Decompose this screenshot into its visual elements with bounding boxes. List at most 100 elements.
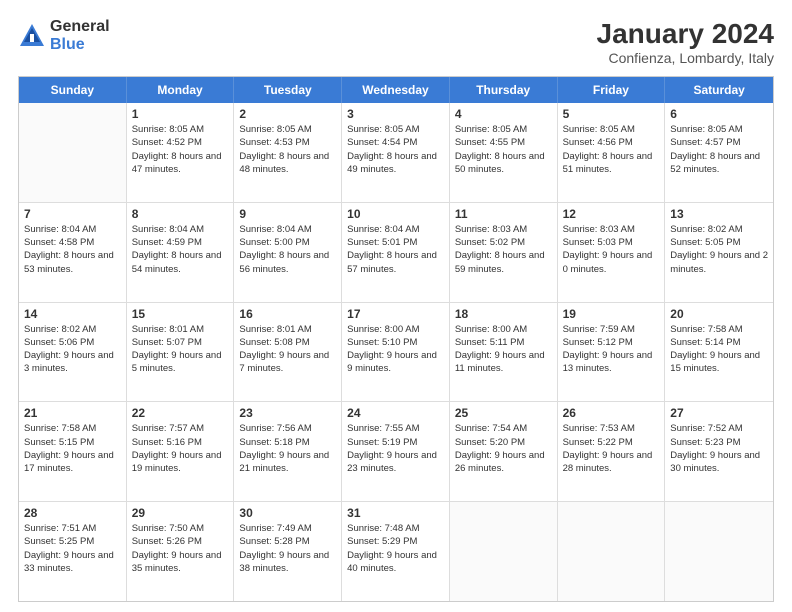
header: General Blue January 2024 Confienza, Lom… [18,18,774,66]
day-detail: Sunrise: 7:51 AMSunset: 5:25 PMDaylight:… [24,522,121,575]
day-detail: Sunrise: 8:05 AMSunset: 4:52 PMDaylight:… [132,123,229,176]
calendar-day-cell: 24 Sunrise: 7:55 AMSunset: 5:19 PMDayligh… [342,402,450,501]
calendar-day-cell: 31Sunrise: 7:48 AMSunset: 5:29 PMDayligh… [342,502,450,601]
day-detail: Sunrise: 8:00 AMSunset: 5:11 PMDaylight:… [455,323,552,376]
day-number: 15 [132,307,229,321]
day-number: 13 [670,207,768,221]
calendar-day-cell: 29Sunrise: 7:50 AMSunset: 5:26 PMDayligh… [127,502,235,601]
day-number: 17 [347,307,444,321]
day-number: 8 [132,207,229,221]
day-detail: Sunrise: 7:57 AMSunset: 5:16 PMDaylight:… [132,422,229,475]
day-number: 4 [455,107,552,121]
day-detail: Sunrise: 8:01 AMSunset: 5:07 PMDaylight:… [132,323,229,376]
day-number: 2 [239,107,336,121]
calendar-day-cell: 15 Sunrise: 8:01 AMSunset: 5:07 PMDayligh… [127,303,235,402]
day-number: 19 [563,307,660,321]
calendar-week-row: 21 Sunrise: 7:58 AMSunset: 5:15 PMDayligh… [19,402,773,502]
calendar-day-cell: 18Sunrise: 8:00 AMSunset: 5:11 PMDayligh… [450,303,558,402]
day-detail: Sunrise: 8:04 AMSunset: 4:58 PMDaylight:… [24,223,121,276]
title-area: January 2024 Confienza, Lombardy, Italy [597,18,774,66]
calendar-empty-cell [665,502,773,601]
calendar-day-cell: 1 Sunrise: 8:05 AMSunset: 4:52 PMDaylight… [127,103,235,202]
calendar-day-cell: 3 Sunrise: 8:05 AMSunset: 4:54 PMDaylight… [342,103,450,202]
calendar-empty-cell [450,502,558,601]
calendar-day-cell: 30Sunrise: 7:49 AMSunset: 5:28 PMDayligh… [234,502,342,601]
calendar-empty-cell [558,502,666,601]
day-detail: Sunrise: 8:03 AMSunset: 5:03 PMDaylight:… [563,223,660,276]
day-number: 20 [670,307,768,321]
day-detail: Sunrise: 8:02 AMSunset: 5:05 PMDaylight:… [670,223,768,276]
day-detail: Sunrise: 8:05 AMSunset: 4:53 PMDaylight:… [239,123,336,176]
calendar-week-row: 1 Sunrise: 8:05 AMSunset: 4:52 PMDaylight… [19,103,773,203]
day-detail: Sunrise: 8:05 AMSunset: 4:55 PMDaylight:… [455,123,552,176]
day-detail: Sunrise: 7:54 AMSunset: 5:20 PMDaylight:… [455,422,552,475]
calendar-day-cell: 9 Sunrise: 8:04 AMSunset: 5:00 PMDaylight… [234,203,342,302]
day-number: 27 [670,406,768,420]
calendar-day-cell: 5 Sunrise: 8:05 AMSunset: 4:56 PMDaylight… [558,103,666,202]
calendar-day-cell: 11 Sunrise: 8:03 AMSunset: 5:02 PMDayligh… [450,203,558,302]
calendar-empty-cell [19,103,127,202]
page: General Blue January 2024 Confienza, Lom… [0,0,792,612]
day-number: 31 [347,506,444,520]
calendar-header-cell: Tuesday [234,77,342,103]
day-number: 5 [563,107,660,121]
calendar-body: 1 Sunrise: 8:05 AMSunset: 4:52 PMDaylight… [19,103,773,601]
calendar-day-cell: 20 Sunrise: 7:58 AMSunset: 5:14 PMDayligh… [665,303,773,402]
calendar-header: SundayMondayTuesdayWednesdayThursdayFrid… [19,77,773,103]
day-detail: Sunrise: 8:01 AMSunset: 5:08 PMDaylight:… [239,323,336,376]
calendar-header-cell: Wednesday [342,77,450,103]
main-title: January 2024 [597,18,774,50]
calendar-header-cell: Saturday [665,77,773,103]
day-number: 1 [132,107,229,121]
day-number: 9 [239,207,336,221]
day-number: 22 [132,406,229,420]
calendar-header-cell: Sunday [19,77,127,103]
calendar-day-cell: 12 Sunrise: 8:03 AMSunset: 5:03 PMDayligh… [558,203,666,302]
day-number: 16 [239,307,336,321]
calendar-day-cell: 23 Sunrise: 7:56 AMSunset: 5:18 PMDayligh… [234,402,342,501]
calendar-day-cell: 25Sunrise: 7:54 AMSunset: 5:20 PMDayligh… [450,402,558,501]
day-number: 21 [24,406,121,420]
calendar-day-cell: 4 Sunrise: 8:05 AMSunset: 4:55 PMDaylight… [450,103,558,202]
logo: General Blue [18,18,110,53]
day-detail: Sunrise: 8:00 AMSunset: 5:10 PMDaylight:… [347,323,444,376]
calendar-day-cell: 8Sunrise: 8:04 AMSunset: 4:59 PMDaylight… [127,203,235,302]
calendar-day-cell: 7 Sunrise: 8:04 AMSunset: 4:58 PMDaylight… [19,203,127,302]
day-number: 24 [347,406,444,420]
calendar-day-cell: 2 Sunrise: 8:05 AMSunset: 4:53 PMDaylight… [234,103,342,202]
calendar-day-cell: 22 Sunrise: 7:57 AMSunset: 5:16 PMDayligh… [127,402,235,501]
day-number: 23 [239,406,336,420]
day-number: 10 [347,207,444,221]
day-number: 7 [24,207,121,221]
day-detail: Sunrise: 7:55 AMSunset: 5:19 PMDaylight:… [347,422,444,475]
calendar: SundayMondayTuesdayWednesdayThursdayFrid… [18,76,774,602]
calendar-day-cell: 17 Sunrise: 8:00 AMSunset: 5:10 PMDayligh… [342,303,450,402]
day-number: 12 [563,207,660,221]
day-detail: Sunrise: 7:52 AMSunset: 5:23 PMDaylight:… [670,422,768,475]
day-detail: Sunrise: 8:04 AMSunset: 5:00 PMDaylight:… [239,223,336,276]
day-number: 3 [347,107,444,121]
day-detail: Sunrise: 7:53 AMSunset: 5:22 PMDaylight:… [563,422,660,475]
calendar-header-cell: Monday [127,77,235,103]
calendar-day-cell: 10Sunrise: 8:04 AMSunset: 5:01 PMDayligh… [342,203,450,302]
day-number: 6 [670,107,768,121]
day-detail: Sunrise: 7:56 AMSunset: 5:18 PMDaylight:… [239,422,336,475]
day-detail: Sunrise: 8:05 AMSunset: 4:56 PMDaylight:… [563,123,660,176]
day-detail: Sunrise: 8:05 AMSunset: 4:54 PMDaylight:… [347,123,444,176]
calendar-day-cell: 28Sunrise: 7:51 AMSunset: 5:25 PMDayligh… [19,502,127,601]
logo-text: General Blue [50,18,110,53]
logo-blue: Blue [50,36,110,54]
day-number: 26 [563,406,660,420]
day-detail: Sunrise: 8:03 AMSunset: 5:02 PMDaylight:… [455,223,552,276]
calendar-week-row: 28Sunrise: 7:51 AMSunset: 5:25 PMDayligh… [19,502,773,601]
day-detail: Sunrise: 7:49 AMSunset: 5:28 PMDaylight:… [239,522,336,575]
day-number: 11 [455,207,552,221]
day-detail: Sunrise: 7:58 AMSunset: 5:15 PMDaylight:… [24,422,121,475]
calendar-day-cell: 21 Sunrise: 7:58 AMSunset: 5:15 PMDayligh… [19,402,127,501]
subtitle: Confienza, Lombardy, Italy [597,50,774,66]
calendar-day-cell: 26 Sunrise: 7:53 AMSunset: 5:22 PMDayligh… [558,402,666,501]
day-number: 14 [24,307,121,321]
day-detail: Sunrise: 7:58 AMSunset: 5:14 PMDaylight:… [670,323,768,376]
day-detail: Sunrise: 8:02 AMSunset: 5:06 PMDaylight:… [24,323,121,376]
calendar-day-cell: 13 Sunrise: 8:02 AMSunset: 5:05 PMDayligh… [665,203,773,302]
